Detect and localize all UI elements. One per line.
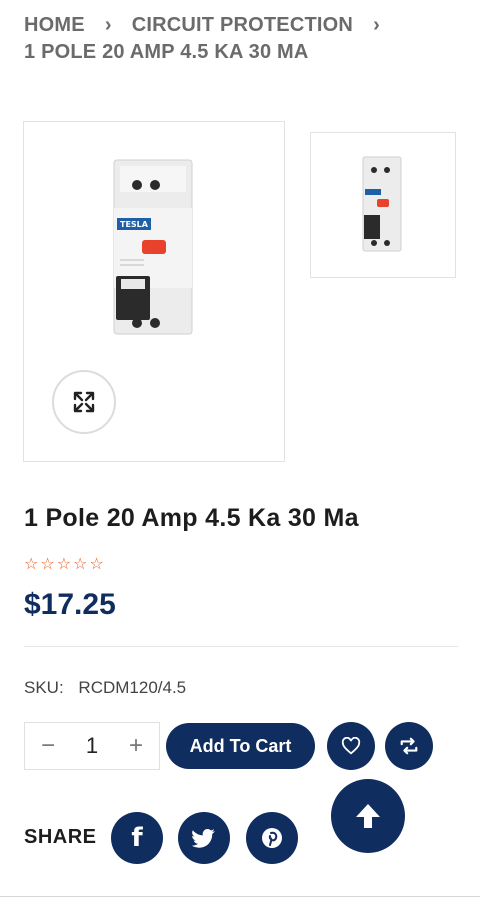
breadcrumb-home-link[interactable]: HOME: [24, 14, 85, 36]
star-icon: ☆: [73, 556, 88, 573]
sku-row: SKU: RCDM120/4.5: [24, 678, 186, 698]
quantity-decrease-button[interactable]: −: [41, 734, 55, 758]
breadcrumb-current: 1 POLE 20 AMP 4.5 KA 30 MA: [24, 41, 309, 63]
bottom-divider: [0, 896, 480, 897]
quantity-stepper: − 1 +: [24, 722, 160, 770]
star-icon: ☆: [24, 556, 39, 573]
sku-value: RCDM120/4.5: [78, 678, 187, 697]
compare-icon: [400, 737, 418, 755]
heart-icon: [341, 737, 361, 755]
pinterest-share-button[interactable]: [246, 812, 298, 864]
breadcrumb-separator: ›: [373, 14, 380, 36]
quantity-value[interactable]: 1: [86, 733, 98, 759]
rating-stars: ☆ ☆ ☆ ☆ ☆: [24, 556, 104, 574]
compare-button[interactable]: [385, 722, 433, 770]
share-label: SHARE: [24, 826, 97, 848]
product-title: 1 Pole 20 Amp 4.5 Ka 30 Ma: [24, 504, 359, 532]
quantity-increase-button[interactable]: +: [129, 734, 143, 758]
wishlist-button[interactable]: [327, 722, 375, 770]
star-icon: ☆: [56, 556, 72, 573]
expand-icon: [73, 391, 95, 413]
product-thumbnail[interactable]: [310, 132, 456, 278]
divider: [24, 646, 458, 647]
scroll-to-top-button[interactable]: [331, 779, 405, 853]
breadcrumb-separator: ›: [104, 14, 112, 36]
add-to-cart-button[interactable]: Add To Cart: [166, 723, 315, 769]
breaker-thumbnail-image: [362, 156, 402, 252]
star-icon: ☆: [89, 556, 104, 573]
facebook-icon: f: [131, 823, 143, 853]
twitter-icon: [192, 829, 215, 848]
arrow-up-icon: [356, 804, 380, 828]
star-icon: ☆: [40, 556, 55, 573]
twitter-share-button[interactable]: [178, 812, 230, 864]
breadcrumb-category-link[interactable]: CIRCUIT PROTECTION: [132, 14, 353, 36]
breaker-brand-label: TESLA: [120, 220, 149, 229]
zoom-button[interactable]: [52, 370, 116, 434]
product-main-image[interactable]: TESLA: [23, 121, 285, 462]
facebook-share-button[interactable]: f: [111, 812, 163, 864]
sku-label: SKU:: [24, 678, 64, 697]
pinterest-icon: [262, 828, 282, 848]
product-price: $17.25: [24, 588, 116, 621]
breadcrumb: HOME › CIRCUIT PROTECTION › 1 POLE 20 AMP 4.…: [24, 12, 464, 66]
